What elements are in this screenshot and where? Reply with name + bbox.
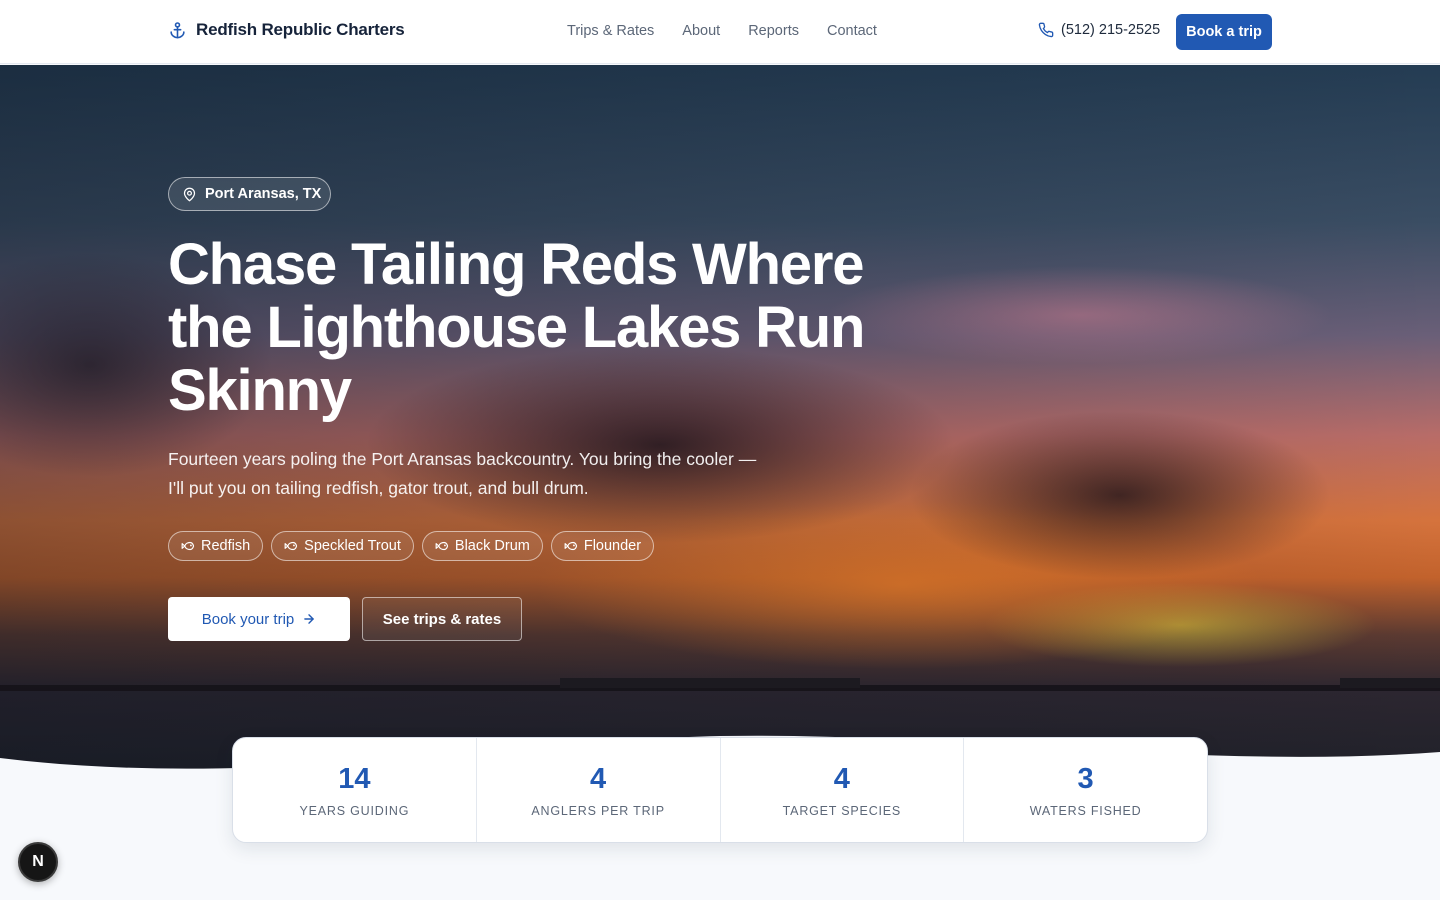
top-navbar: Redfish Republic Charters Trips & Rates … xyxy=(0,0,1440,64)
phone-number: (512) 215-2525 xyxy=(1061,22,1161,38)
stat-label: YEARS GUIDING xyxy=(299,804,410,818)
species-tag-black-drum: Black Drum xyxy=(421,531,543,561)
nav-link-reports[interactable]: Reports xyxy=(748,23,799,39)
nav-link-trips-rates[interactable]: Trips & Rates xyxy=(567,23,654,39)
hero-section: Port Aransas, TX Chase Tailing Reds Wher… xyxy=(0,65,1440,777)
stat-target-species: 4 TARGET SPECIES xyxy=(721,738,965,842)
species-tag-label: Speckled Trout xyxy=(304,538,401,554)
nav-link-about[interactable]: About xyxy=(682,23,720,39)
stat-label: TARGET SPECIES xyxy=(782,804,902,818)
anchor-icon xyxy=(170,21,185,38)
stat-waters-fished: 3 WATERS FISHED xyxy=(964,738,1207,842)
fish-icon xyxy=(435,541,449,551)
phone-link[interactable]: (512) 215-2525 xyxy=(1038,22,1160,38)
stat-anglers-per-trip: 4 ANGLERS PER TRIP xyxy=(477,738,721,842)
species-tag-redfish: Redfish xyxy=(168,531,264,561)
location-text: Port Aransas, TX xyxy=(205,186,322,202)
brand-logo-link[interactable]: Redfish Republic Charters xyxy=(168,20,405,40)
see-trips-rates-label: See trips & rates xyxy=(382,610,502,628)
stat-value: 14 xyxy=(338,763,371,795)
species-tag-flounder: Flounder xyxy=(550,531,655,561)
species-tag-label: Redfish xyxy=(201,538,251,554)
stat-label: ANGLERS PER TRIP xyxy=(531,804,665,818)
species-tags: Redfish Speckled Trout Black Drum Flound… xyxy=(168,531,655,561)
species-tag-speckled-trout: Speckled Trout xyxy=(271,531,414,561)
dev-tools-badge[interactable]: N xyxy=(18,842,58,882)
stats-bar: 14 YEARS GUIDING 4 ANGLERS PER TRIP 4 TA… xyxy=(232,737,1208,843)
stat-value: 4 xyxy=(590,763,607,795)
stat-value: 3 xyxy=(1077,763,1094,795)
hero-headline: Chase Tailing Reds Where the Lighthouse … xyxy=(168,232,865,423)
nav-link-contact[interactable]: Contact xyxy=(827,23,877,39)
arrow-right-icon xyxy=(304,614,315,624)
book-a-trip-button[interactable]: Book a trip xyxy=(1176,14,1272,50)
book-your-trip-label: Book your trip xyxy=(201,610,295,628)
fish-icon xyxy=(181,541,195,551)
see-trips-rates-button[interactable]: See trips & rates xyxy=(362,597,522,641)
brand-name: Redfish Republic Charters xyxy=(196,20,405,39)
fish-icon xyxy=(284,541,298,551)
stat-value: 4 xyxy=(833,763,850,795)
phone-icon xyxy=(1038,22,1054,38)
map-pin-icon xyxy=(183,187,196,201)
hero-subtext: Fourteen years poling the Port Aransas b… xyxy=(168,449,757,498)
main-nav: Trips & Rates About Reports Contact xyxy=(567,23,877,39)
hero-pier xyxy=(1340,678,1440,688)
species-tag-label: Black Drum xyxy=(454,538,530,554)
stat-years-guiding: 14 YEARS GUIDING xyxy=(233,738,477,842)
stat-label: WATERS FISHED xyxy=(1029,804,1142,818)
book-your-trip-button[interactable]: Book your trip xyxy=(168,597,350,641)
hero-pier xyxy=(560,678,860,688)
location-badge: Port Aransas, TX xyxy=(168,177,331,211)
species-tag-label: Flounder xyxy=(583,538,642,554)
fish-icon xyxy=(564,541,577,551)
